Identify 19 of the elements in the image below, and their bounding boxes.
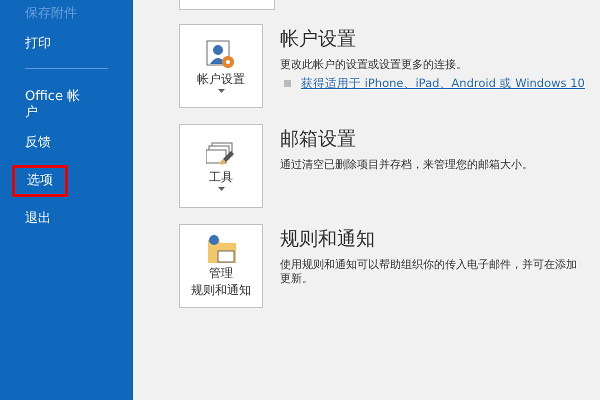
person-gear-icon [206,40,236,70]
sidebar-item[interactable]: 打印 [25,36,51,52]
settings-button[interactable]: 工具 [179,124,263,208]
sidebar-item[interactable]: 反馈 [25,135,51,151]
bullet-icon [284,80,291,87]
settings-button[interactable]: 帐户设置 [179,24,263,108]
sidebar-item[interactable]: 退出 [25,211,51,227]
sidebar-item[interactable]: 选项 [12,165,68,197]
section-title: 邮箱设置 [280,127,357,152]
section-title: 帐户设置 [280,27,357,52]
section-title: 规则和通知 [280,227,376,252]
section-description: 通过清空已删除项目并存档，来管理您的邮箱大小。 [280,158,533,172]
settings-button[interactable]: 管理 规则和通知 [179,224,263,308]
section-description: 使用规则和通知可以帮助组织你的传入电子邮件，并可在添加更新。 [280,258,578,286]
partial-button[interactable] [179,0,275,10]
sidebar-item[interactable]: Office 帐户 [25,89,87,121]
section-description: 更改此帐户的设置或设置更多的连接。 [280,58,468,72]
envelope-brush-icon [206,142,236,168]
download-link[interactable]: 获得适用于 iPhone、iPad、Android 或 Windows 10 [301,76,585,91]
